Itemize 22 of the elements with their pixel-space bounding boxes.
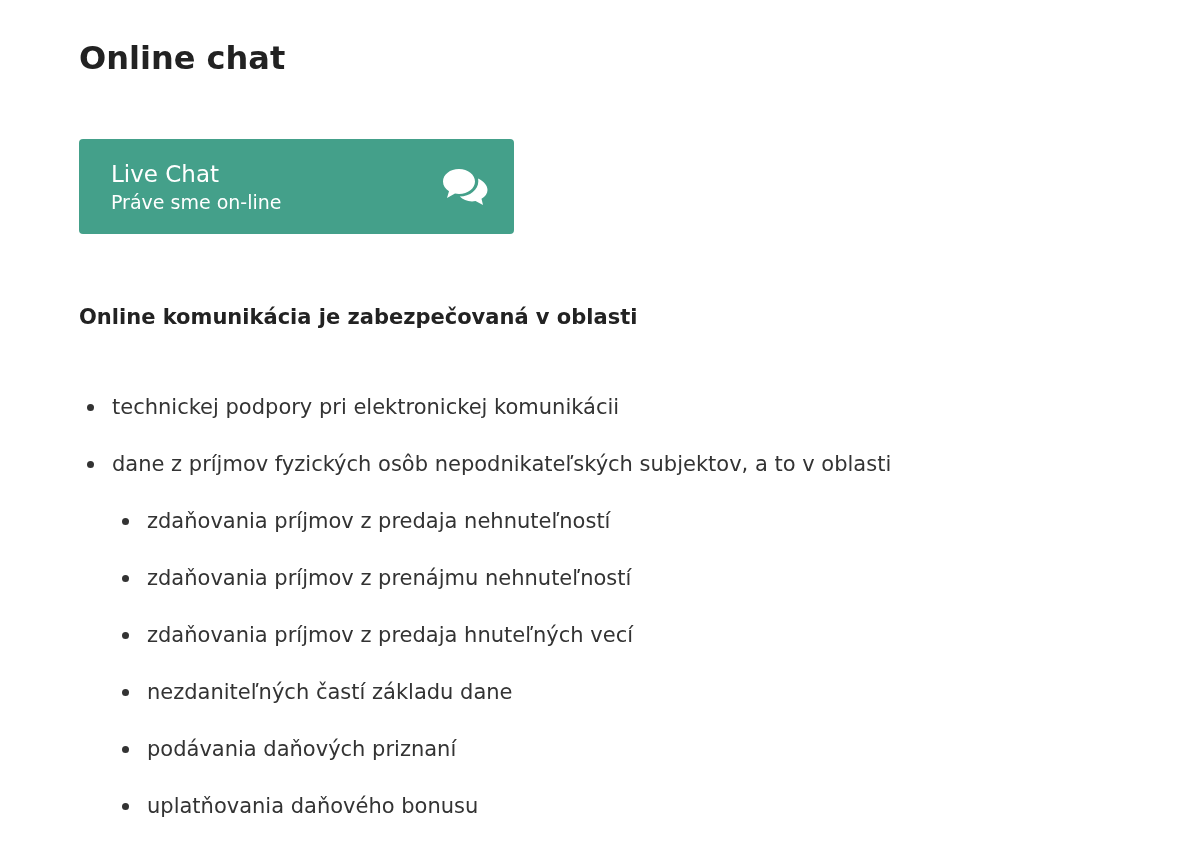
list-item-text: podávania daňových priznaní [147, 735, 457, 763]
bullet-icon [122, 803, 129, 810]
list-item-text: zdaňovania príjmov z predaja nehnuteľností [147, 507, 611, 535]
bullet-icon [122, 746, 129, 753]
page-title: Online chat [79, 38, 287, 79]
chat-bubbles-icon [442, 167, 488, 206]
bullet-icon [87, 404, 94, 411]
list-item-text: technickej podpory pri elektronickej komunikácii [112, 393, 620, 421]
bullet-icon [122, 575, 129, 582]
list-item-text: nezdaniteľných častí základu dane [147, 678, 513, 706]
list-item-text: uplatňovania daňového bonusu [147, 792, 479, 820]
live-chat-button[interactable]: Live Chat Práve sme on-line [79, 139, 514, 234]
chat-label: Live Chat [111, 159, 221, 189]
bullet-icon [87, 461, 94, 468]
section-heading: Online komunikácia je zabezpečovaná v oblasti [79, 304, 639, 331]
bullet-icon [122, 689, 129, 696]
list-item-text: dane z príjmov fyzických osôb nepodnikateľských subjektov, a to v oblasti [112, 450, 892, 478]
chat-status: Práve sme on-line [111, 189, 282, 215]
bullet-icon [122, 632, 129, 639]
list-item-text: zdaňovania príjmov z prenájmu nehnuteľností [147, 564, 632, 592]
list-item-text: zdaňovania príjmov z predaja hnuteľných vecí [147, 621, 634, 649]
bullet-icon [122, 518, 129, 525]
